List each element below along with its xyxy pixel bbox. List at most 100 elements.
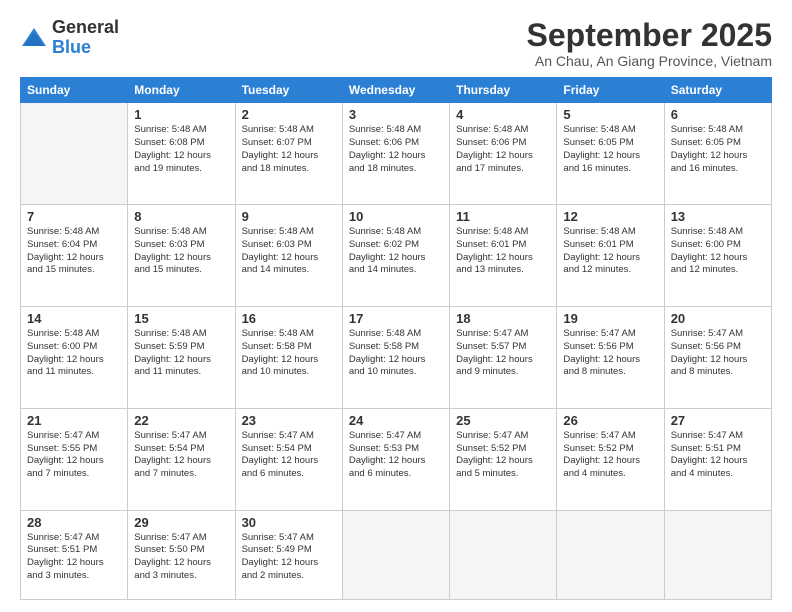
day-number: 4 — [456, 107, 550, 122]
day-number: 27 — [671, 413, 765, 428]
day-info: Sunrise: 5:48 AM Sunset: 5:58 PM Dayligh… — [242, 328, 336, 379]
day-info: Sunrise: 5:47 AM Sunset: 5:53 PM Dayligh… — [349, 430, 443, 481]
calendar-week-row: 28Sunrise: 5:47 AM Sunset: 5:51 PM Dayli… — [21, 510, 772, 599]
calendar-cell: 23 Sunrise: 5:47 AM Sunset: 5:54 PM Dayli… — [235, 408, 342, 510]
calendar-week-row: 21 Sunrise: 5:47 AM Sunset: 5:55 PM Dayli… — [21, 408, 772, 510]
day-number: 11 — [456, 209, 550, 224]
calendar-day-header: Thursday — [450, 78, 557, 103]
calendar-cell: 1 Sunrise: 5:48 AM Sunset: 6:08 PM Daylig… — [128, 103, 235, 205]
day-info: Sunrise: 5:47 AM Sunset: 5:55 PM Dayligh… — [27, 430, 121, 481]
day-info: Sunrise: 5:47 AM Sunset: 5:52 PM Dayligh… — [563, 430, 657, 481]
calendar-cell: 24 Sunrise: 5:47 AM Sunset: 5:53 PM Dayli… — [342, 408, 449, 510]
calendar-cell: 12Sunrise: 5:48 AM Sunset: 6:01 PM Dayli… — [557, 205, 664, 307]
calendar-cell: 25 Sunrise: 5:47 AM Sunset: 5:52 PM Dayli… — [450, 408, 557, 510]
calendar-week-row: 1 Sunrise: 5:48 AM Sunset: 6:08 PM Daylig… — [21, 103, 772, 205]
day-info: Sunrise: 5:47 AM Sunset: 5:52 PM Dayligh… — [456, 430, 550, 481]
title-block: September 2025 An Chau, An Giang Provinc… — [527, 18, 772, 69]
calendar-cell: 27Sunrise: 5:47 AM Sunset: 5:51 PM Dayli… — [664, 408, 771, 510]
day-info: Sunrise: 5:48 AM Sunset: 6:05 PM Dayligh… — [563, 124, 657, 175]
day-number: 26 — [563, 413, 657, 428]
calendar-cell: 13Sunrise: 5:48 AM Sunset: 6:00 PM Dayli… — [664, 205, 771, 307]
day-number: 30 — [242, 515, 336, 530]
day-number: 7 — [27, 209, 121, 224]
calendar-cell — [21, 103, 128, 205]
calendar-cell: 10 Sunrise: 5:48 AM Sunset: 6:02 PM Dayli… — [342, 205, 449, 307]
calendar-cell: 6 Sunrise: 5:48 AM Sunset: 6:05 PM Daylig… — [664, 103, 771, 205]
logo-blue: Blue — [52, 37, 91, 57]
day-info: Sunrise: 5:48 AM Sunset: 6:00 PM Dayligh… — [27, 328, 121, 379]
calendar-cell: 19Sunrise: 5:47 AM Sunset: 5:56 PM Dayli… — [557, 306, 664, 408]
day-info: Sunrise: 5:47 AM Sunset: 5:54 PM Dayligh… — [134, 430, 228, 481]
calendar-header-row: SundayMondayTuesdayWednesdayThursdayFrid… — [21, 78, 772, 103]
day-number: 16 — [242, 311, 336, 326]
logo-general: General — [52, 17, 119, 37]
day-info: Sunrise: 5:48 AM Sunset: 6:06 PM Dayligh… — [349, 124, 443, 175]
day-number: 23 — [242, 413, 336, 428]
calendar-cell — [664, 510, 771, 599]
calendar-cell: 7 Sunrise: 5:48 AM Sunset: 6:04 PM Daylig… — [21, 205, 128, 307]
day-number: 17 — [349, 311, 443, 326]
calendar-cell: 28Sunrise: 5:47 AM Sunset: 5:51 PM Dayli… — [21, 510, 128, 599]
calendar-cell: 9 Sunrise: 5:48 AM Sunset: 6:03 PM Daylig… — [235, 205, 342, 307]
day-number: 24 — [349, 413, 443, 428]
calendar-week-row: 14 Sunrise: 5:48 AM Sunset: 6:00 PM Dayli… — [21, 306, 772, 408]
calendar-cell — [557, 510, 664, 599]
calendar-cell: 3 Sunrise: 5:48 AM Sunset: 6:06 PM Daylig… — [342, 103, 449, 205]
day-number: 10 — [349, 209, 443, 224]
calendar-cell: 15 Sunrise: 5:48 AM Sunset: 5:59 PM Dayli… — [128, 306, 235, 408]
page: General Blue September 2025 An Chau, An … — [0, 0, 792, 612]
day-info: Sunrise: 5:47 AM Sunset: 5:54 PM Dayligh… — [242, 430, 336, 481]
calendar-cell: 30Sunrise: 5:47 AM Sunset: 5:49 PM Dayli… — [235, 510, 342, 599]
calendar-day-header: Monday — [128, 78, 235, 103]
calendar-week-row: 7 Sunrise: 5:48 AM Sunset: 6:04 PM Daylig… — [21, 205, 772, 307]
calendar-cell: 8Sunrise: 5:48 AM Sunset: 6:03 PM Daylig… — [128, 205, 235, 307]
day-number: 2 — [242, 107, 336, 122]
calendar-day-header: Sunday — [21, 78, 128, 103]
day-info: Sunrise: 5:47 AM Sunset: 5:57 PM Dayligh… — [456, 328, 550, 379]
day-number: 9 — [242, 209, 336, 224]
day-info: Sunrise: 5:48 AM Sunset: 6:00 PM Dayligh… — [671, 226, 765, 277]
calendar-day-header: Tuesday — [235, 78, 342, 103]
day-info: Sunrise: 5:48 AM Sunset: 6:04 PM Dayligh… — [27, 226, 121, 277]
day-info: Sunrise: 5:48 AM Sunset: 6:06 PM Dayligh… — [456, 124, 550, 175]
day-info: Sunrise: 5:47 AM Sunset: 5:56 PM Dayligh… — [671, 328, 765, 379]
day-number: 15 — [134, 311, 228, 326]
calendar-day-header: Saturday — [664, 78, 771, 103]
day-number: 18 — [456, 311, 550, 326]
calendar-cell: 2 Sunrise: 5:48 AM Sunset: 6:07 PM Daylig… — [235, 103, 342, 205]
calendar-cell: 18 Sunrise: 5:47 AM Sunset: 5:57 PM Dayli… — [450, 306, 557, 408]
page-title: September 2025 — [527, 18, 772, 53]
calendar-cell: 29Sunrise: 5:47 AM Sunset: 5:50 PM Dayli… — [128, 510, 235, 599]
day-info: Sunrise: 5:48 AM Sunset: 6:05 PM Dayligh… — [671, 124, 765, 175]
calendar-cell: 20 Sunrise: 5:47 AM Sunset: 5:56 PM Dayli… — [664, 306, 771, 408]
day-number: 14 — [27, 311, 121, 326]
day-number: 5 — [563, 107, 657, 122]
calendar-cell: 4 Sunrise: 5:48 AM Sunset: 6:06 PM Daylig… — [450, 103, 557, 205]
day-number: 1 — [134, 107, 228, 122]
calendar-cell: 26 Sunrise: 5:47 AM Sunset: 5:52 PM Dayli… — [557, 408, 664, 510]
day-info: Sunrise: 5:48 AM Sunset: 6:03 PM Dayligh… — [242, 226, 336, 277]
day-info: Sunrise: 5:48 AM Sunset: 6:02 PM Dayligh… — [349, 226, 443, 277]
day-number: 21 — [27, 413, 121, 428]
day-number: 28 — [27, 515, 121, 530]
logo: General Blue — [20, 18, 119, 58]
day-number: 20 — [671, 311, 765, 326]
calendar-cell — [450, 510, 557, 599]
day-info: Sunrise: 5:48 AM Sunset: 6:01 PM Dayligh… — [456, 226, 550, 277]
day-info: Sunrise: 5:48 AM Sunset: 6:08 PM Dayligh… — [134, 124, 228, 175]
logo-icon — [20, 24, 48, 52]
day-info: Sunrise: 5:48 AM Sunset: 5:58 PM Dayligh… — [349, 328, 443, 379]
day-info: Sunrise: 5:48 AM Sunset: 5:59 PM Dayligh… — [134, 328, 228, 379]
day-number: 25 — [456, 413, 550, 428]
day-number: 3 — [349, 107, 443, 122]
day-info: Sunrise: 5:47 AM Sunset: 5:56 PM Dayligh… — [563, 328, 657, 379]
header: General Blue September 2025 An Chau, An … — [20, 18, 772, 69]
day-number: 29 — [134, 515, 228, 530]
calendar-cell: 21 Sunrise: 5:47 AM Sunset: 5:55 PM Dayli… — [21, 408, 128, 510]
calendar-cell: 5 Sunrise: 5:48 AM Sunset: 6:05 PM Daylig… — [557, 103, 664, 205]
calendar-cell: 11 Sunrise: 5:48 AM Sunset: 6:01 PM Dayli… — [450, 205, 557, 307]
page-subtitle: An Chau, An Giang Province, Vietnam — [527, 53, 772, 69]
day-number: 22 — [134, 413, 228, 428]
day-info: Sunrise: 5:48 AM Sunset: 6:07 PM Dayligh… — [242, 124, 336, 175]
day-number: 6 — [671, 107, 765, 122]
